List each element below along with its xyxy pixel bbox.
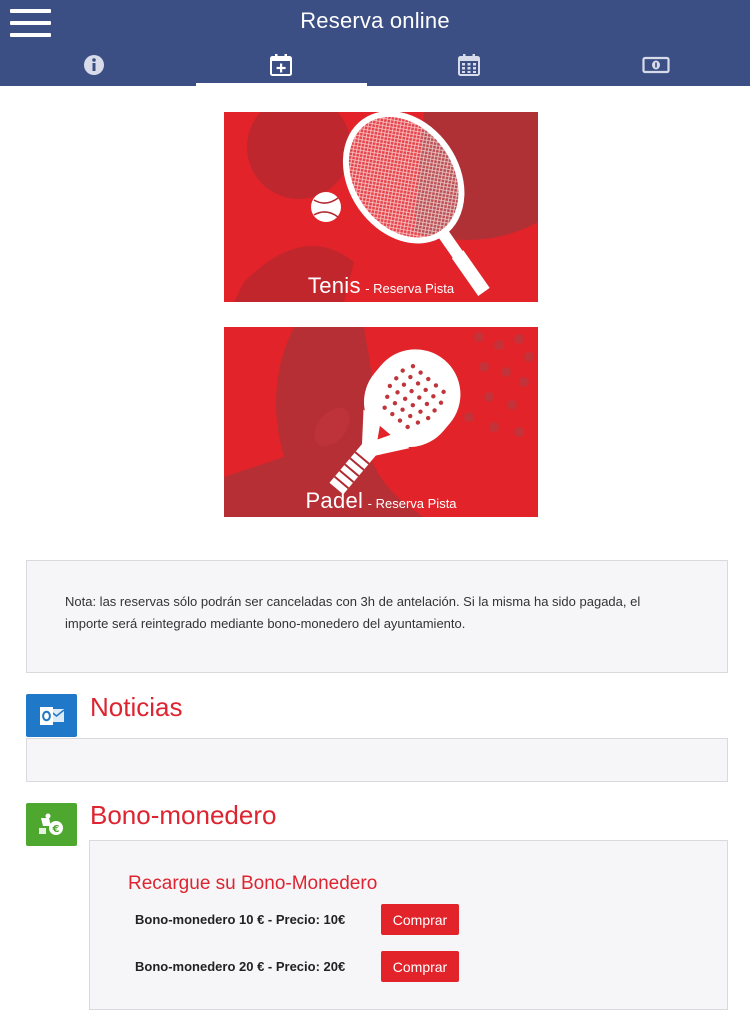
wallet-coins-icon: € xyxy=(26,803,77,846)
product-label-20: Bono-monedero 20 € - Precio: 20€ xyxy=(135,959,345,974)
padel-title: Padel xyxy=(305,488,363,513)
calendar-grid-icon xyxy=(457,53,481,77)
tab-payments[interactable] xyxy=(563,44,750,86)
bono-panel: Recargue su Bono-Monedero Bono-monedero … xyxy=(89,840,728,1010)
padel-caption: Padel - Reserva Pista xyxy=(224,488,538,514)
padel-subtitle: - Reserva Pista xyxy=(368,496,457,511)
tab-bar xyxy=(0,44,750,86)
tab-new-reservation[interactable] xyxy=(188,44,376,86)
tenis-banner[interactable]: Tenis - Reserva Pista xyxy=(224,112,538,302)
buy-bono-10-button[interactable]: Comprar xyxy=(381,904,459,935)
tab-calendar[interactable] xyxy=(375,44,563,86)
news-panel xyxy=(26,738,728,782)
buy-bono-20-button[interactable]: Comprar xyxy=(381,951,459,982)
info-icon xyxy=(83,54,105,76)
tab-info[interactable] xyxy=(0,44,188,86)
svg-text:€: € xyxy=(51,824,59,835)
bono-title: Bono-monedero xyxy=(90,800,276,831)
tenis-subtitle: - Reserva Pista xyxy=(365,281,454,296)
recharge-heading: Recargue su Bono-Monedero xyxy=(128,873,377,895)
padel-banner[interactable]: Padel - Reserva Pista xyxy=(224,327,538,517)
page-title: Reserva online xyxy=(0,8,750,34)
note-text: Nota: las reservas sólo podrán ser cance… xyxy=(65,591,685,635)
app-header: Reserva online xyxy=(0,0,750,86)
tenis-title: Tenis xyxy=(308,273,361,298)
product-label-10: Bono-monedero 10 € - Precio: 10€ xyxy=(135,912,345,927)
tenis-caption: Tenis - Reserva Pista xyxy=(224,273,538,299)
money-icon xyxy=(642,55,670,75)
news-title: Noticias xyxy=(90,692,182,723)
cancellation-note: Nota: las reservas sólo podrán ser cance… xyxy=(26,560,728,673)
calendar-plus-icon xyxy=(269,53,293,77)
outlook-mail-icon xyxy=(26,694,77,737)
